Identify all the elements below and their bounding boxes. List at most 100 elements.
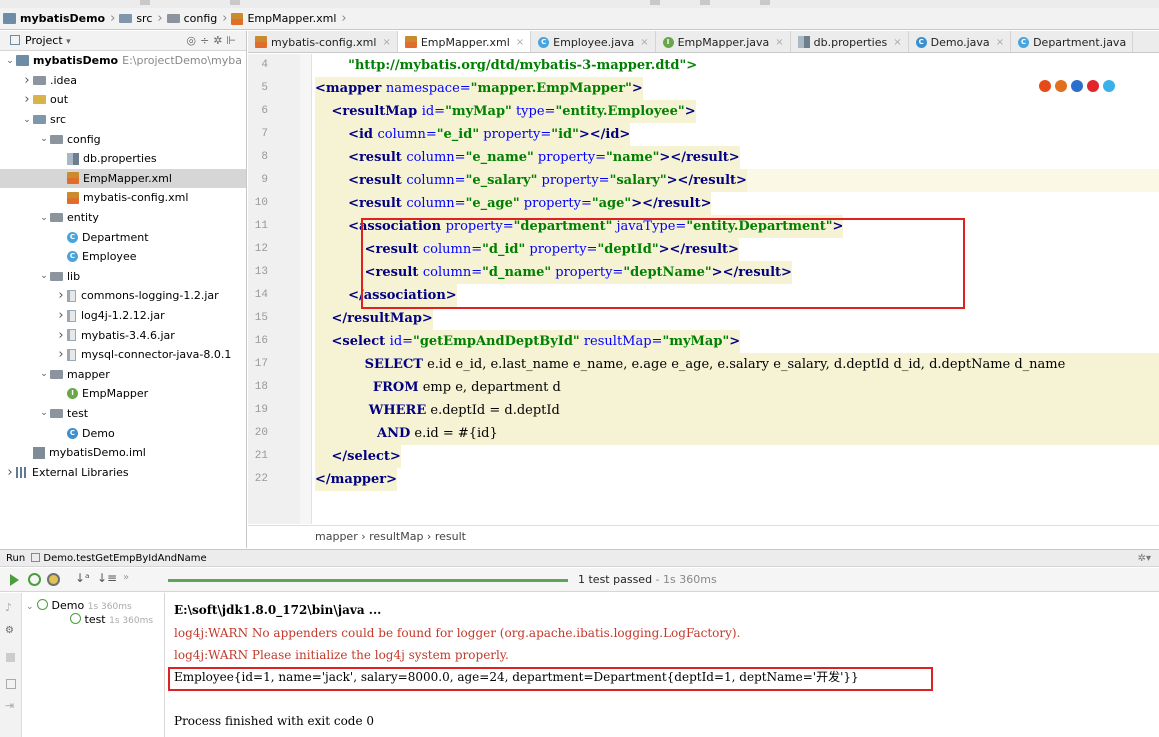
test-tree-child[interactable]: test 1s 360ms bbox=[70, 613, 153, 626]
screenshot-icon[interactable] bbox=[6, 679, 16, 689]
more-icon[interactable]: » bbox=[123, 572, 135, 584]
code-line[interactable]: 5 <mapper namespace="mapper.EmpMapper"> bbox=[248, 77, 1159, 100]
test-tree-root[interactable]: ⌄ Demo 1s 360ms bbox=[26, 599, 132, 612]
editor-tab[interactable]: mybatis-config.xml × bbox=[248, 31, 398, 52]
code-token: FROM bbox=[372, 380, 419, 395]
tree-item[interactable]: mybatis-config.xml bbox=[0, 188, 246, 208]
editor-tab[interactable]: C Employee.java × bbox=[531, 31, 656, 52]
tree-item[interactable]: › mysql-connector-java-8.0.1 bbox=[0, 345, 246, 365]
editor-tab[interactable]: db.properties × bbox=[791, 31, 909, 52]
project-panel-title[interactable]: Project ▾ bbox=[10, 34, 71, 47]
code-line[interactable]: 10 <result column="e_age" property="age"… bbox=[248, 192, 1159, 215]
tree-item[interactable]: C Demo bbox=[0, 423, 246, 443]
close-icon[interactable]: × bbox=[775, 37, 783, 48]
tree-item[interactable]: › mybatis-3.4.6.jar bbox=[0, 325, 246, 345]
tree-item[interactable]: C Department bbox=[0, 227, 246, 247]
chevron-down-icon[interactable]: ⌄ bbox=[21, 115, 33, 125]
gear-icon[interactable]: ✲ bbox=[213, 34, 226, 47]
chevron-right-icon: › bbox=[341, 11, 347, 26]
tree-item[interactable]: › commons-logging-1.2.jar bbox=[0, 286, 246, 306]
chevron-down-icon[interactable]: ⌄ bbox=[38, 134, 50, 144]
tree-item[interactable]: ⌄ test bbox=[0, 404, 246, 424]
tree-item[interactable]: ⌄ mybatisDemo E:\projectDemo\myba bbox=[0, 51, 246, 71]
editor-tab[interactable]: C Demo.java × bbox=[909, 31, 1012, 52]
tree-item[interactable]: C Employee bbox=[0, 247, 246, 267]
gear-icon[interactable]: ✲▾ bbox=[1138, 553, 1151, 564]
editor-tab[interactable]: EmpMapper.xml × bbox=[397, 31, 532, 52]
tree-item[interactable]: EmpMapper.xml bbox=[0, 168, 246, 189]
code-line[interactable]: 22 </mapper> bbox=[248, 468, 1159, 491]
breadcrumb-file[interactable]: EmpMapper.xml bbox=[228, 8, 340, 29]
chevron-right-icon[interactable]: › bbox=[21, 92, 33, 107]
close-icon[interactable]: × bbox=[893, 37, 901, 48]
breadcrumb-src[interactable]: src bbox=[116, 8, 156, 29]
code-line[interactable]: 9 <result column="e_salary" property="sa… bbox=[248, 169, 1159, 192]
chevron-down-icon[interactable]: ⌄ bbox=[38, 408, 50, 418]
tree-item[interactable]: › out bbox=[0, 90, 246, 110]
code-line[interactable]: 18 FROM emp e, department d bbox=[248, 376, 1159, 399]
close-icon[interactable]: × bbox=[516, 37, 524, 48]
edge-icon[interactable] bbox=[1103, 80, 1115, 92]
rerun-icon[interactable] bbox=[10, 574, 19, 586]
close-icon[interactable]: × bbox=[382, 37, 390, 48]
sort-alpha-icon[interactable]: ↓ᵃ bbox=[75, 571, 93, 585]
editor-tab[interactable]: C Department.java bbox=[1011, 31, 1134, 52]
tree-item[interactable]: I EmpMapper bbox=[0, 384, 246, 404]
code-line[interactable]: 21 </select> bbox=[248, 445, 1159, 468]
tree-item[interactable]: › .idea bbox=[0, 71, 246, 91]
breadcrumb-project[interactable]: mybatisDemo bbox=[0, 8, 109, 29]
editor-tab[interactable]: I EmpMapper.java × bbox=[656, 31, 791, 52]
tree-item[interactable]: › External Libraries bbox=[0, 462, 246, 482]
tree-item[interactable]: › log4j-1.2.12.jar bbox=[0, 306, 246, 326]
chevron-down-icon[interactable]: ⌄ bbox=[38, 213, 50, 223]
show-passed-icon[interactable] bbox=[28, 573, 41, 586]
chevron-down-icon[interactable]: ⌄ bbox=[38, 271, 50, 281]
console-output[interactable]: E:\soft\jdk1.8.0_172\bin\java ... log4j:… bbox=[166, 593, 1159, 737]
code-line[interactable]: 15 </resultMap> bbox=[248, 307, 1159, 330]
chevron-right-icon[interactable]: › bbox=[55, 288, 67, 303]
code-line[interactable]: 8 <result column="e_name" property="name… bbox=[248, 146, 1159, 169]
chevron-right-icon[interactable]: › bbox=[55, 308, 67, 323]
code-line[interactable]: 4 "http://mybatis.org/dtd/mybatis-3-mapp… bbox=[248, 54, 1159, 77]
hide-panel-icon[interactable]: ⊩ bbox=[226, 34, 240, 47]
sort-duration-icon[interactable]: ↓≡ bbox=[97, 571, 117, 585]
tree-item[interactable]: ⌄ config bbox=[0, 129, 246, 149]
opera-icon[interactable] bbox=[1087, 80, 1099, 92]
show-ignored-icon[interactable] bbox=[47, 573, 60, 586]
firefox-icon[interactable] bbox=[1055, 80, 1067, 92]
close-icon[interactable]: × bbox=[640, 37, 648, 48]
target-icon[interactable]: ◎ bbox=[186, 34, 200, 47]
code-line[interactable]: 17 SELECT e.id e_id, e.last_name e_name,… bbox=[248, 353, 1159, 376]
chevron-right-icon[interactable]: › bbox=[21, 73, 33, 88]
jar-icon bbox=[67, 309, 76, 322]
tree-item[interactable]: mybatisDemo.iml bbox=[0, 443, 246, 463]
tree-item[interactable]: ⌄ lib bbox=[0, 267, 246, 287]
code-line[interactable]: 6 <resultMap id="myMap" type="entity.Emp… bbox=[248, 100, 1159, 123]
tree-item[interactable]: ⌄ mapper bbox=[0, 365, 246, 385]
import-icon[interactable]: ⇥ bbox=[5, 699, 14, 712]
breadcrumb-config[interactable]: config bbox=[164, 8, 222, 29]
chevron-down-icon[interactable]: ⌄ bbox=[4, 56, 16, 66]
collapse-icon[interactable]: ÷ bbox=[200, 34, 213, 47]
code-line[interactable]: 19 WHERE e.deptId = d.deptId bbox=[248, 399, 1159, 422]
chevron-right-icon[interactable]: › bbox=[55, 347, 67, 362]
chevron-right-icon[interactable]: › bbox=[55, 328, 67, 343]
code-line[interactable]: 20 AND e.id = #{id} bbox=[248, 422, 1159, 445]
close-icon[interactable]: × bbox=[996, 37, 1004, 48]
code-line[interactable]: 16 <select id="getEmpAndDeptById" result… bbox=[248, 330, 1159, 353]
chrome-icon[interactable] bbox=[1039, 80, 1051, 92]
folder-icon bbox=[33, 75, 46, 85]
code-line[interactable]: 7 <id column="e_id" property="id"></id> bbox=[248, 123, 1159, 146]
stop-icon[interactable]: ♪ bbox=[5, 601, 12, 614]
chevron-right-icon[interactable]: › bbox=[4, 465, 16, 480]
tree-item[interactable]: ⌄ entity bbox=[0, 208, 246, 228]
debug-icon[interactable]: ⚙ bbox=[5, 625, 14, 636]
dropdown-icon[interactable]: ▾ bbox=[66, 37, 71, 47]
tree-item[interactable]: ⌄ src bbox=[0, 110, 246, 130]
project-icon bbox=[3, 13, 16, 24]
safari-icon[interactable] bbox=[1071, 80, 1083, 92]
pause-icon[interactable] bbox=[6, 653, 15, 662]
tree-item[interactable]: db.properties bbox=[0, 149, 246, 169]
code-editor[interactable]: 4 "http://mybatis.org/dtd/mybatis-3-mapp… bbox=[248, 54, 1159, 524]
chevron-down-icon[interactable]: ⌄ bbox=[38, 369, 50, 379]
